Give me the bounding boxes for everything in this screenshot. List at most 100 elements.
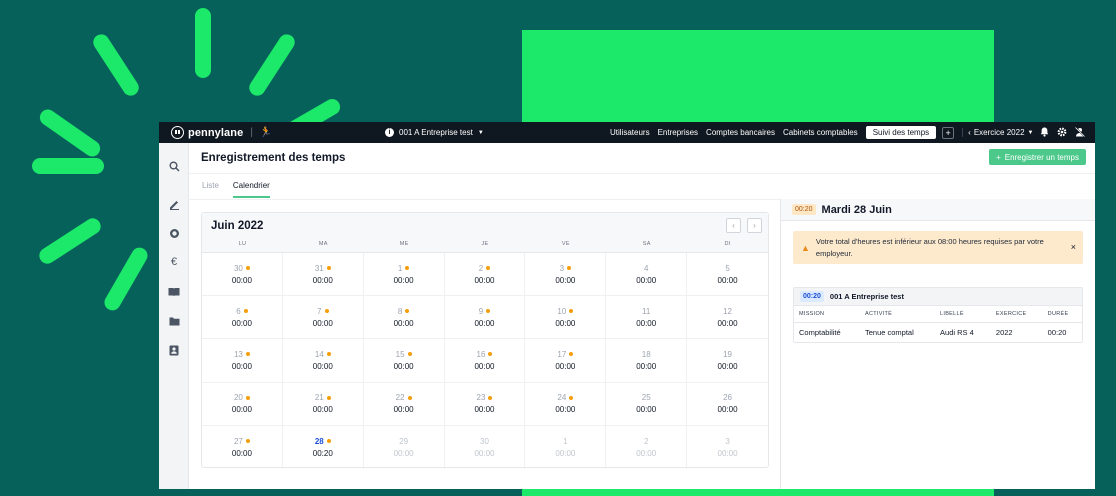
missing-hours-dot-icon [405,266,410,271]
book-icon[interactable] [167,285,181,299]
chevron-left-icon[interactable]: ‹ [968,128,971,137]
calendar-day-cell[interactable]: 3 00:00 [525,253,607,297]
suivi-des-temps-button[interactable]: Suivi des temps [865,126,937,139]
day-total-time: 00:00 [393,361,414,371]
calendar-day-cell[interactable]: 9 00:00 [444,296,526,340]
calendar-day-cell[interactable]: 12 00:00 [687,296,768,340]
background-ray [246,31,298,99]
company-selector[interactable]: i 001 A Entreprise test ▼ [385,122,484,143]
sidebar: € [159,143,189,489]
table-row[interactable]: Comptabilité Tenue comptal Audi RS 4 202… [794,323,1082,343]
day-number: 2 [643,436,649,446]
calendar-day-cell[interactable]: 20 00:00 [202,382,283,426]
add-time-entry-button[interactable]: + Enregistrer un temps [989,149,1086,165]
day-total-time: 00:00 [231,275,252,285]
next-month-button[interactable]: › [747,218,762,233]
calendar-day-cell[interactable]: 15 00:00 [363,339,445,383]
calendar-day-cell[interactable]: 29 00:00 [364,425,445,469]
page-title: Enregistrement des temps [201,152,346,164]
calendar-day-cell[interactable]: 25 00:00 [606,382,688,426]
calendar-day-cell[interactable]: 5 00:00 [687,253,768,297]
prev-month-button[interactable]: ‹ [726,218,741,233]
calendar-day-cell[interactable]: 30 00:00 [445,425,526,469]
calendar-day-cell[interactable]: 22 00:00 [363,382,445,426]
calendar-day-cell[interactable]: 1 00:00 [363,253,445,297]
calendar-day-cell[interactable]: 6 00:00 [202,296,283,340]
euro-icon[interactable]: € [167,255,181,269]
main-content: Enregistrement des temps + Enregistrer u… [189,143,1095,489]
calendar-day-cell[interactable]: 16 00:00 [444,339,526,383]
calendar-day-cell[interactable]: 10 00:00 [525,296,607,340]
add-time-quick-button[interactable]: + [942,126,955,139]
calendar-day-cell[interactable]: 24 00:00 [525,382,607,426]
day-total-time: 00:00 [636,405,657,415]
calendar-day-cell[interactable]: 4 00:00 [606,253,688,297]
calendar-day-cell[interactable]: 30 00:00 [202,253,283,297]
calendar-day-cell[interactable]: 8 00:00 [363,296,445,340]
tab-liste[interactable]: Liste [202,181,219,198]
day-number-row: 26 [723,393,732,402]
nav-cabinets-comptables[interactable]: Cabinets comptables [783,128,858,137]
calendar-day-cell[interactable]: 26 00:00 [687,383,768,426]
day-total-time: 00:00 [231,405,252,415]
day-number: 31 [314,263,324,273]
edit-icon[interactable] [167,197,181,211]
user-off-icon[interactable] [1074,126,1086,139]
calendar-day-cell[interactable]: 27 00:00 [202,425,283,469]
missing-hours-dot-icon [407,395,412,400]
calendar-day-cell[interactable]: 28 00:20 [283,425,364,469]
day-number: 19 [723,349,733,359]
day-number: 11 [642,306,651,316]
tab-calendrier[interactable]: Calendrier [232,181,270,198]
nav-utilisateurs[interactable]: Utilisateurs [610,128,650,137]
calendar-day-cell[interactable]: 3 00:00 [687,426,768,469]
weekday-label: DI [724,241,731,247]
search-icon[interactable] [167,159,181,173]
calendar-header: Juin 2022 ‹ › LU MA ME JE VE SA DI [202,213,768,253]
calendar-day-cell[interactable]: 23 00:00 [444,382,526,426]
missing-hours-dot-icon [326,266,331,271]
nav-entreprises[interactable]: Entreprises [658,128,698,137]
logo[interactable]: pennylane | 🏃 [171,126,272,139]
bell-icon[interactable] [1040,127,1049,139]
day-total-time: 00:00 [555,275,576,285]
missing-hours-dot-icon [243,309,248,314]
calendar-day-cell[interactable]: 21 00:00 [282,382,364,426]
chevron-right-icon: › [753,221,756,230]
missing-hours-dot-icon [569,395,574,400]
day-number-row: 31 [315,264,331,273]
contact-icon[interactable] [167,343,181,357]
view-tabs: Liste Calendrier [202,181,270,198]
pennylane-logo-icon [171,126,184,139]
target-icon[interactable] [167,226,181,240]
calendar-day-cell[interactable]: 2 00:00 [606,425,688,469]
calendar-day-cell[interactable]: 17 00:00 [525,339,607,383]
missing-hours-dot-icon [486,266,491,271]
calendar-day-cell[interactable]: 19 00:00 [687,339,768,383]
nav-comptes-bancaires[interactable]: Comptes bancaires [706,128,775,137]
calendar-day-cell[interactable]: 31 00:00 [282,253,364,297]
calendar-day-cell[interactable]: 14 00:00 [282,339,364,383]
calendar-day-cell[interactable]: 7 00:00 [282,296,364,340]
folder-icon[interactable] [167,314,181,328]
calendar-day-cell[interactable]: 13 00:00 [202,339,283,383]
missing-hours-dot-icon [245,266,250,271]
warning-icon: ▲ [801,242,810,253]
day-total-time: 00:00 [555,448,576,458]
time-entry-header: 00:20 001 A Entreprise test [794,288,1082,306]
weekday-label: SA [642,241,651,247]
gear-icon[interactable] [1057,127,1067,139]
day-number: 9 [478,306,484,316]
close-icon[interactable]: × [1071,241,1076,253]
calendar-day-cell[interactable]: 1 00:00 [525,425,607,469]
background-ray [32,158,104,174]
calendar-day-cell[interactable]: 2 00:00 [444,253,526,297]
day-number: 4 [643,263,649,273]
calendar-day-cell[interactable]: 18 00:00 [606,339,688,383]
time-entry-card[interactable]: 00:20 001 A Entreprise test MISSION ACTI… [793,287,1083,343]
chevron-down-icon: ▼ [477,129,484,136]
calendar-day-cell[interactable]: 11 00:00 [606,296,688,340]
day-number-row: 28 [315,437,331,446]
day-number: 6 [236,306,241,316]
exercice-selector[interactable]: ‹ Exercice 2022 ▼ [962,128,1033,137]
